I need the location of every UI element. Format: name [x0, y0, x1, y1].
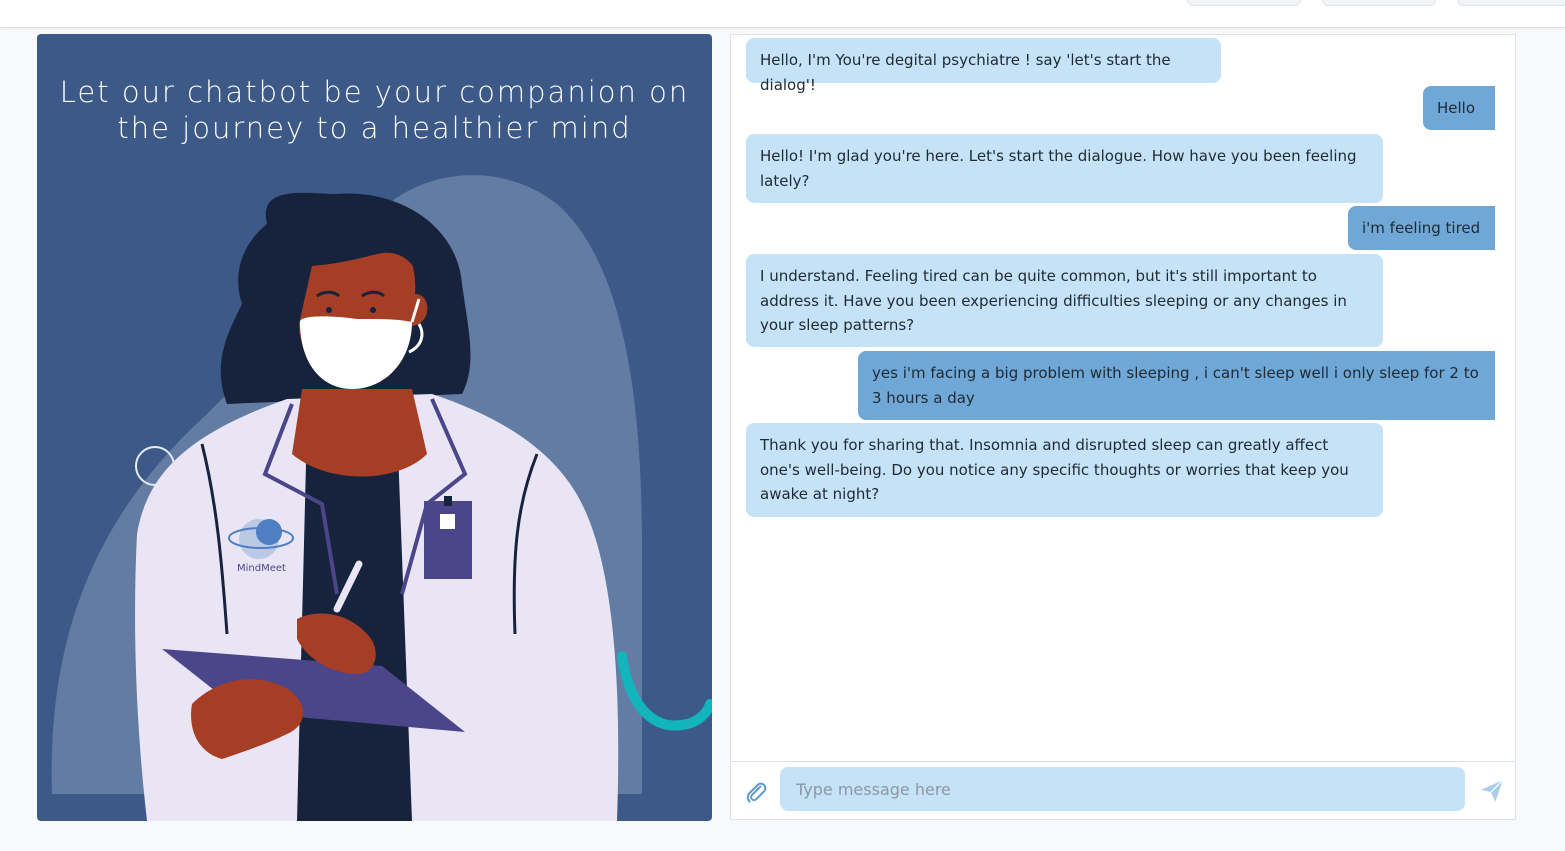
bot-message: I understand. Feeling tired can be quite…	[746, 254, 1383, 347]
nav-button[interactable]	[1187, 0, 1301, 6]
message-input[interactable]	[780, 767, 1465, 811]
paperclip-icon[interactable]	[744, 780, 768, 804]
message-list: Hello, I'm You're degital psychiatre ! s…	[731, 35, 1515, 762]
user-message: Hello	[1423, 86, 1495, 130]
doctor-illustration: MindMeet	[51, 175, 712, 821]
nav-button[interactable]	[1322, 0, 1436, 6]
bot-message: Hello, I'm You're degital psychiatre ! s…	[746, 38, 1221, 94]
bot-message: Hello! I'm glad you're here. Let's start…	[746, 134, 1383, 203]
user-message: yes i'm facing a big problem with sleepi…	[858, 351, 1495, 420]
top-navbar	[0, 0, 1565, 28]
message-composer	[731, 761, 1515, 819]
hero-panel: MindMeet Let our chatbot be your compani…	[37, 34, 712, 821]
hero-title: Let our chatbot be your companion on the…	[59, 75, 690, 145]
send-icon[interactable]	[1479, 778, 1505, 804]
nav-button[interactable]	[1457, 0, 1565, 6]
svg-text:MindMeet: MindMeet	[237, 563, 286, 574]
user-message: i'm feeling tired	[1348, 206, 1495, 250]
chat-panel: Hello, I'm You're degital psychiatre ! s…	[730, 34, 1516, 820]
bot-message: Thank you for sharing that. Insomnia and…	[746, 423, 1383, 517]
